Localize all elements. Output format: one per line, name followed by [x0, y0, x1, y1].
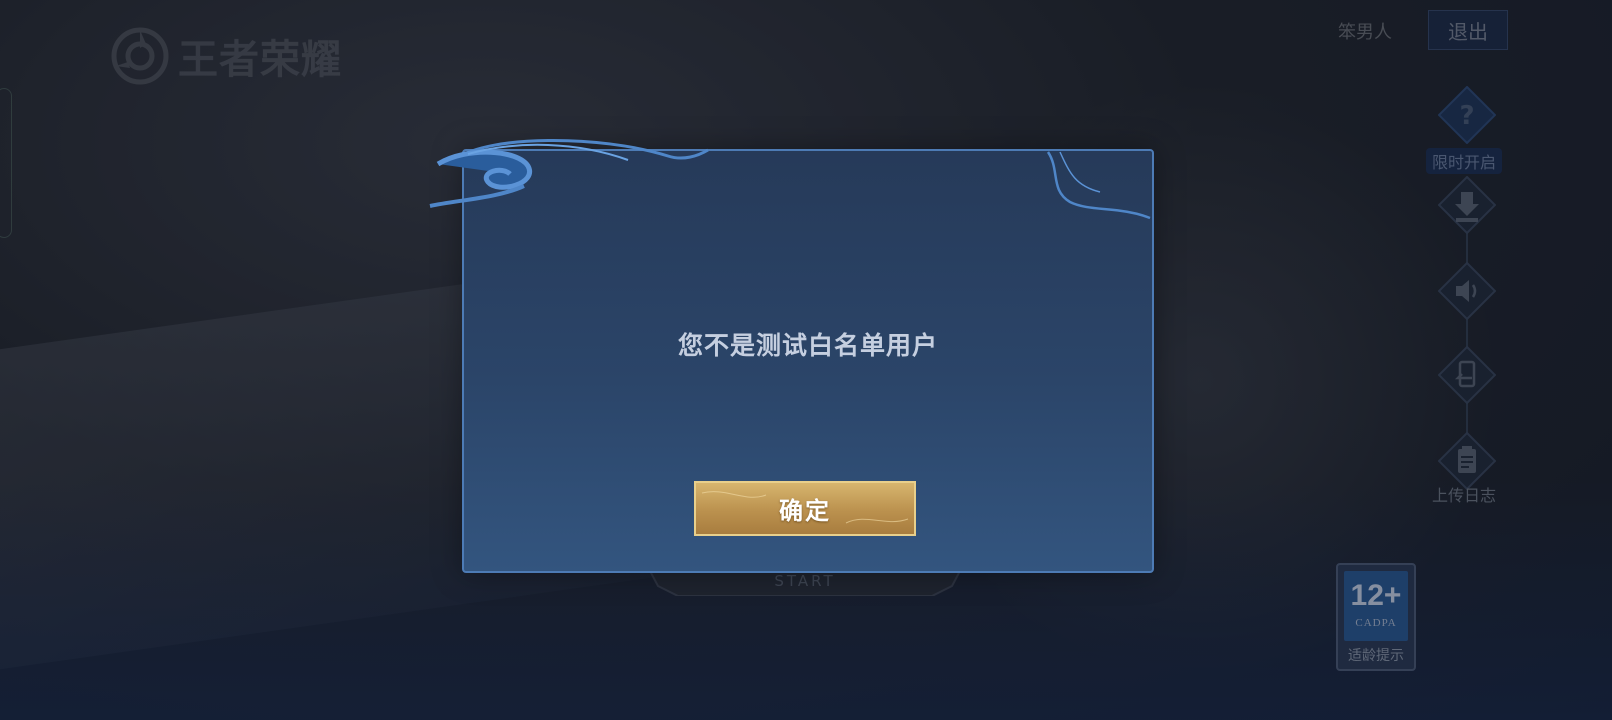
- dialog-cloud-ornament-left: [429, 138, 709, 208]
- dialog-cloud-ornament-right: [1046, 151, 1151, 220]
- dialog-message: 您不是测试白名单用户: [677, 331, 938, 360]
- confirm-button-ornament: [701, 491, 909, 524]
- confirm-button[interactable]: 确定: [694, 481, 916, 536]
